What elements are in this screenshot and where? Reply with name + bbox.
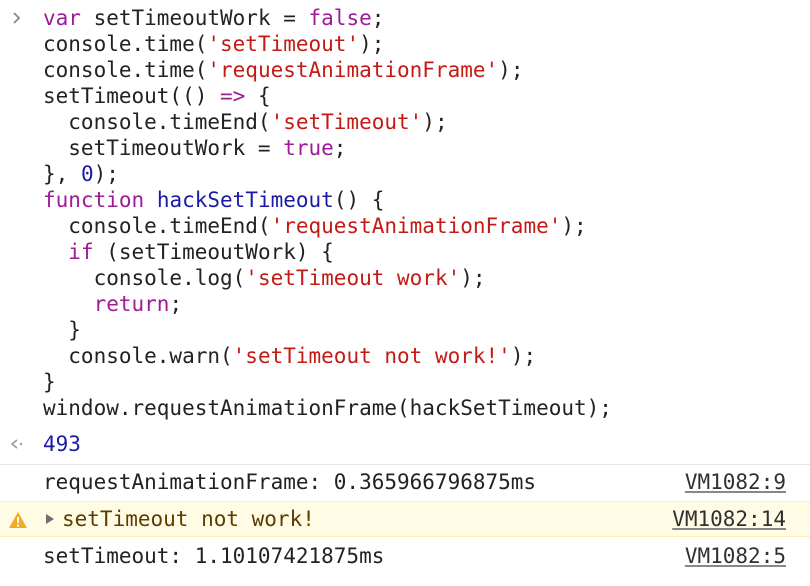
code-token: console.timeEnd( bbox=[43, 110, 271, 134]
code-line: } bbox=[43, 317, 803, 343]
code-token: console.timeEnd( bbox=[43, 214, 271, 238]
code-token: { bbox=[245, 84, 271, 108]
code-line: console.timeEnd('requestAnimationFrame')… bbox=[43, 213, 803, 239]
result-row: 493 bbox=[0, 430, 810, 458]
code-token: 0 bbox=[80, 162, 94, 186]
code-token: } bbox=[43, 318, 81, 342]
code-token: 'setTimeout not work!' bbox=[232, 344, 511, 368]
log-row-settimeout: setTimeout: 1.10107421875ms VM1082:5 bbox=[0, 539, 810, 575]
code-token: ); bbox=[561, 214, 587, 238]
code-token: ); bbox=[498, 58, 524, 82]
code-line: console.time('requestAnimationFrame'); bbox=[43, 57, 803, 83]
log-row-raf: requestAnimationFrame: 0.365966796875ms … bbox=[0, 464, 810, 500]
code-token: return bbox=[93, 292, 170, 316]
code-token: function bbox=[43, 188, 145, 212]
code-token: ); bbox=[359, 32, 385, 56]
code-token: 'setTimeout' bbox=[270, 110, 423, 134]
code-token: 'requestAnimationFrame' bbox=[270, 214, 562, 238]
code-token: 'setTimeout' bbox=[207, 32, 360, 56]
code-token: console.time( bbox=[43, 32, 208, 56]
expand-triangle-icon[interactable] bbox=[44, 513, 56, 525]
code-token: ; bbox=[333, 136, 347, 160]
code-line: console.log('setTimeout work'); bbox=[43, 265, 803, 291]
code-token: => bbox=[220, 84, 246, 108]
code-token: setTimeoutWork = bbox=[80, 6, 309, 30]
code-token: ; bbox=[371, 6, 385, 30]
code-line: window.requestAnimationFrame(hackSetTime… bbox=[43, 395, 803, 421]
result-value: 493 bbox=[43, 432, 81, 456]
code-token: ); bbox=[510, 344, 537, 368]
code-line: console.warn('setTimeout not work!'); bbox=[43, 343, 803, 369]
code-token: } bbox=[43, 370, 56, 394]
code-token: ; bbox=[169, 292, 183, 316]
code-token: var bbox=[43, 6, 81, 30]
code-token: console.warn( bbox=[43, 344, 233, 368]
code-block: var setTimeoutWork = false; console.time(… bbox=[43, 5, 803, 421]
code-token: window.requestAnimationFrame(hackSetTime… bbox=[43, 396, 612, 420]
code-token: setTimeoutWork = bbox=[43, 136, 284, 160]
warning-message: setTimeout not work! bbox=[62, 507, 315, 531]
code-token: () { bbox=[333, 188, 385, 212]
code-line: }, 0); bbox=[43, 161, 803, 187]
code-line: console.time('setTimeout'); bbox=[43, 31, 803, 57]
return-arrow-icon bbox=[10, 439, 23, 449]
devtools-console: var setTimeoutWork = false; console.time(… bbox=[0, 0, 810, 586]
code-token: }, bbox=[43, 162, 81, 186]
log-message: setTimeout: 1.10107421875ms bbox=[43, 544, 385, 568]
code-token: hackSetTimeout bbox=[156, 188, 334, 212]
code-line: if (setTimeoutWork) { bbox=[43, 239, 803, 265]
code-token: false bbox=[308, 6, 372, 30]
code-line: setTimeoutWork = true; bbox=[43, 135, 803, 161]
code-token: ); bbox=[93, 162, 119, 186]
code-token: setTimeout(() bbox=[43, 84, 221, 108]
source-link[interactable]: VM1082:9 bbox=[685, 465, 786, 499]
code-line: } bbox=[43, 369, 803, 395]
code-token: console.log( bbox=[43, 266, 246, 290]
code-token: ); bbox=[460, 266, 486, 290]
code-token: if bbox=[68, 240, 94, 264]
warning-icon bbox=[9, 512, 27, 528]
chevron-right-icon bbox=[13, 12, 21, 24]
code-line: setTimeout(() => { bbox=[43, 83, 803, 109]
log-message: requestAnimationFrame: 0.365966796875ms bbox=[43, 470, 537, 494]
code-token: 'requestAnimationFrame' bbox=[207, 58, 499, 82]
warning-row: setTimeout not work! VM1082:14 bbox=[0, 501, 810, 537]
code-line: var setTimeoutWork = false; bbox=[43, 5, 803, 31]
code-token: console.time( bbox=[43, 58, 208, 82]
code-token: ); bbox=[422, 110, 448, 134]
code-line: console.timeEnd('setTimeout'); bbox=[43, 109, 803, 135]
source-link[interactable]: VM1082:14 bbox=[672, 502, 786, 536]
code-line: return; bbox=[43, 291, 803, 317]
code-token: (setTimeoutWork) { bbox=[93, 240, 334, 264]
code-line: function hackSetTimeout() { bbox=[43, 187, 803, 213]
code-token: 'setTimeout work' bbox=[245, 266, 461, 290]
code-token: true bbox=[283, 136, 334, 160]
source-link[interactable]: VM1082:5 bbox=[685, 539, 786, 573]
